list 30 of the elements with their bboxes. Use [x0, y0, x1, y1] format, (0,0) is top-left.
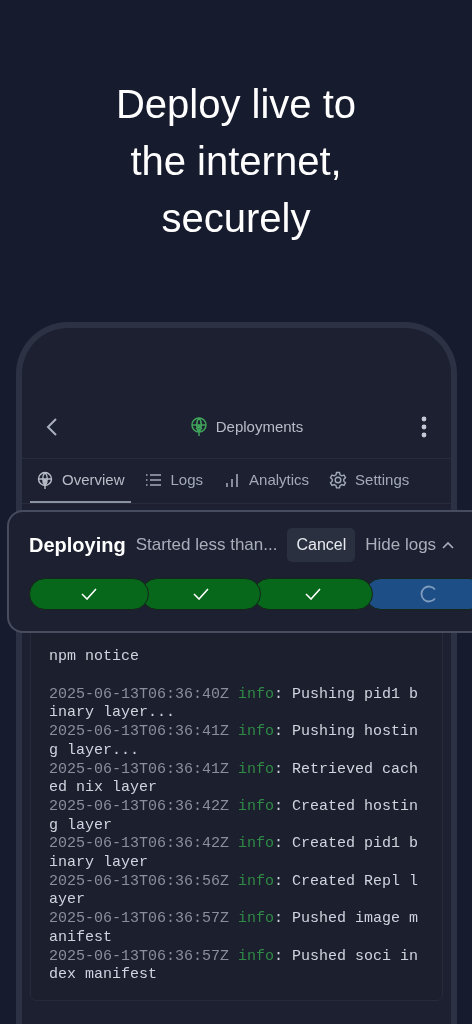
tab[interactable]: Overview: [30, 459, 131, 503]
cancel-button[interactable]: Cancel: [287, 528, 356, 562]
check-icon: [81, 588, 97, 600]
check-icon: [305, 588, 321, 600]
back-icon[interactable]: [46, 418, 58, 436]
log-line: 2025-06-13T06:36:42Z info: Created hosting layer: [49, 797, 420, 836]
tab[interactable]: Logs: [138, 459, 210, 503]
settings-icon: [329, 471, 348, 489]
log-line: npm notice: [49, 648, 140, 668]
headline: Deploy live to the internet, securely: [114, 81, 358, 242]
check-icon: [193, 588, 209, 600]
log-line: 2025-06-13T06:36:57Z info: Pushed image manifest: [49, 910, 420, 948]
deploy-started-text: Started less than...: [135, 534, 278, 557]
hide-logs-button[interactable]: Hide logs: [365, 532, 455, 558]
globe-upload-icon: [189, 417, 208, 437]
log-line: 2025-06-13T06:36:41Z info: Retrieved cached nix layer: [49, 760, 420, 798]
list-icon: [144, 471, 163, 489]
tab[interactable]: Analytics: [217, 459, 316, 503]
log-line: 2025-06-13T06:36:41Z info: Pushing hosting layer...: [49, 723, 420, 761]
deploy-status: Deploying: [29, 533, 126, 558]
tab[interactable]: Settings: [323, 459, 416, 503]
log-line: 2025-06-13T06:36:56Z info: Created Repl layer: [49, 872, 420, 911]
log-line: 2025-06-13T06:36:57Z info: Pushed soci index manifest: [49, 947, 420, 985]
caret-up-icon: [442, 541, 455, 549]
screen-title: Deployments: [215, 416, 304, 437]
more-icon[interactable]: [421, 416, 427, 438]
log-line: 2025-06-13T06:36:42Z info: Created pid1 binary layer: [49, 835, 420, 873]
log-line: 2025-06-13T06:36:40Z info: Pushing pid1 binary layer...: [49, 685, 420, 724]
spinner-icon: [420, 585, 438, 603]
globe-icon: [36, 471, 54, 489]
